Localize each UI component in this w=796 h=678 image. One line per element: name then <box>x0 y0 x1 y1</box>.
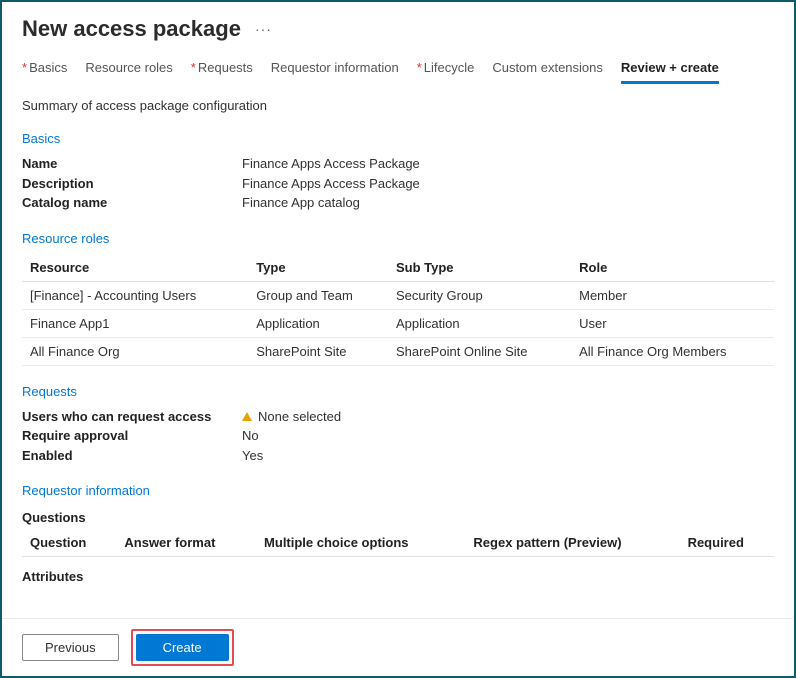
col-resource: Resource <box>22 254 248 282</box>
kv-value: Finance Apps Access Package <box>242 174 774 194</box>
section-heading-basics: Basics <box>22 131 774 146</box>
kv-row: Require approval No <box>22 426 774 446</box>
tab-custom-extensions[interactable]: Custom extensions <box>492 60 603 84</box>
required-star-icon: * <box>191 60 196 75</box>
page-frame: New access package ··· *Basics Resource … <box>0 0 796 678</box>
table-row: [Finance] - Accounting Users Group and T… <box>22 281 774 309</box>
col-answer-format: Answer format <box>116 529 256 557</box>
header: New access package ··· <box>2 2 794 50</box>
section-heading-requests: Requests <box>22 384 774 399</box>
cell: Security Group <box>388 281 571 309</box>
table-row: Finance App1 Application Application Use… <box>22 309 774 337</box>
tab-lifecycle[interactable]: *Lifecycle <box>417 60 475 84</box>
tab-basics[interactable]: *Basics <box>22 60 67 84</box>
kv-key: Enabled <box>22 446 242 466</box>
required-star-icon: * <box>417 60 422 75</box>
tab-requests[interactable]: *Requests <box>191 60 253 84</box>
create-highlight: Create <box>131 629 234 666</box>
kv-value: None selected <box>242 407 774 427</box>
tab-requestor-information[interactable]: Requestor information <box>271 60 399 84</box>
kv-row: Enabled Yes <box>22 446 774 466</box>
col-type: Type <box>248 254 388 282</box>
cell: [Finance] - Accounting Users <box>22 281 248 309</box>
questions-label: Questions <box>22 510 774 525</box>
kv-value: No <box>242 426 774 446</box>
cell: Finance App1 <box>22 309 248 337</box>
cell: All Finance Org <box>22 337 248 365</box>
cell: SharePoint Site <box>248 337 388 365</box>
content-scroll[interactable]: Summary of access package configuration … <box>2 84 794 618</box>
section-heading-requestor-info: Requestor information <box>22 483 774 498</box>
summary-label: Summary of access package configuration <box>22 98 774 113</box>
kv-value: Finance Apps Access Package <box>242 154 774 174</box>
kv-row: Users who can request access None select… <box>22 407 774 427</box>
required-star-icon: * <box>22 60 27 75</box>
kv-key: Name <box>22 154 242 174</box>
tab-bar: *Basics Resource roles *Requests Request… <box>2 50 794 84</box>
tab-review-create[interactable]: Review + create <box>621 60 719 84</box>
resource-roles-table: Resource Type Sub Type Role [Finance] - … <box>22 254 774 366</box>
kv-value: Finance App catalog <box>242 193 774 213</box>
kv-value: Yes <box>242 446 774 466</box>
col-subtype: Sub Type <box>388 254 571 282</box>
col-regex: Regex pattern (Preview) <box>465 529 679 557</box>
table-row: All Finance Org SharePoint Site SharePoi… <box>22 337 774 365</box>
tab-resource-roles[interactable]: Resource roles <box>85 60 172 84</box>
cell: Application <box>248 309 388 337</box>
kv-key: Description <box>22 174 242 194</box>
col-mc-options: Multiple choice options <box>256 529 465 557</box>
kv-row: Name Finance Apps Access Package <box>22 154 774 174</box>
footer: Previous Create <box>2 618 794 676</box>
cell: User <box>571 309 774 337</box>
create-button[interactable]: Create <box>136 634 229 661</box>
warning-icon <box>242 412 252 421</box>
cell: All Finance Org Members <box>571 337 774 365</box>
kv-key: Require approval <box>22 426 242 446</box>
kv-row: Catalog name Finance App catalog <box>22 193 774 213</box>
previous-button[interactable]: Previous <box>22 634 119 661</box>
more-actions-icon[interactable]: ··· <box>255 21 272 37</box>
col-question: Question <box>22 529 116 557</box>
cell: Group and Team <box>248 281 388 309</box>
section-heading-resource-roles: Resource roles <box>22 231 774 246</box>
kv-key: Catalog name <box>22 193 242 213</box>
page-title: New access package <box>22 16 241 42</box>
col-required: Required <box>680 529 774 557</box>
cell: Member <box>571 281 774 309</box>
cell: Application <box>388 309 571 337</box>
kv-row: Description Finance Apps Access Package <box>22 174 774 194</box>
kv-key: Users who can request access <box>22 407 242 427</box>
attributes-label: Attributes <box>22 569 774 584</box>
questions-table: Question Answer format Multiple choice o… <box>22 529 774 557</box>
cell: SharePoint Online Site <box>388 337 571 365</box>
col-role: Role <box>571 254 774 282</box>
